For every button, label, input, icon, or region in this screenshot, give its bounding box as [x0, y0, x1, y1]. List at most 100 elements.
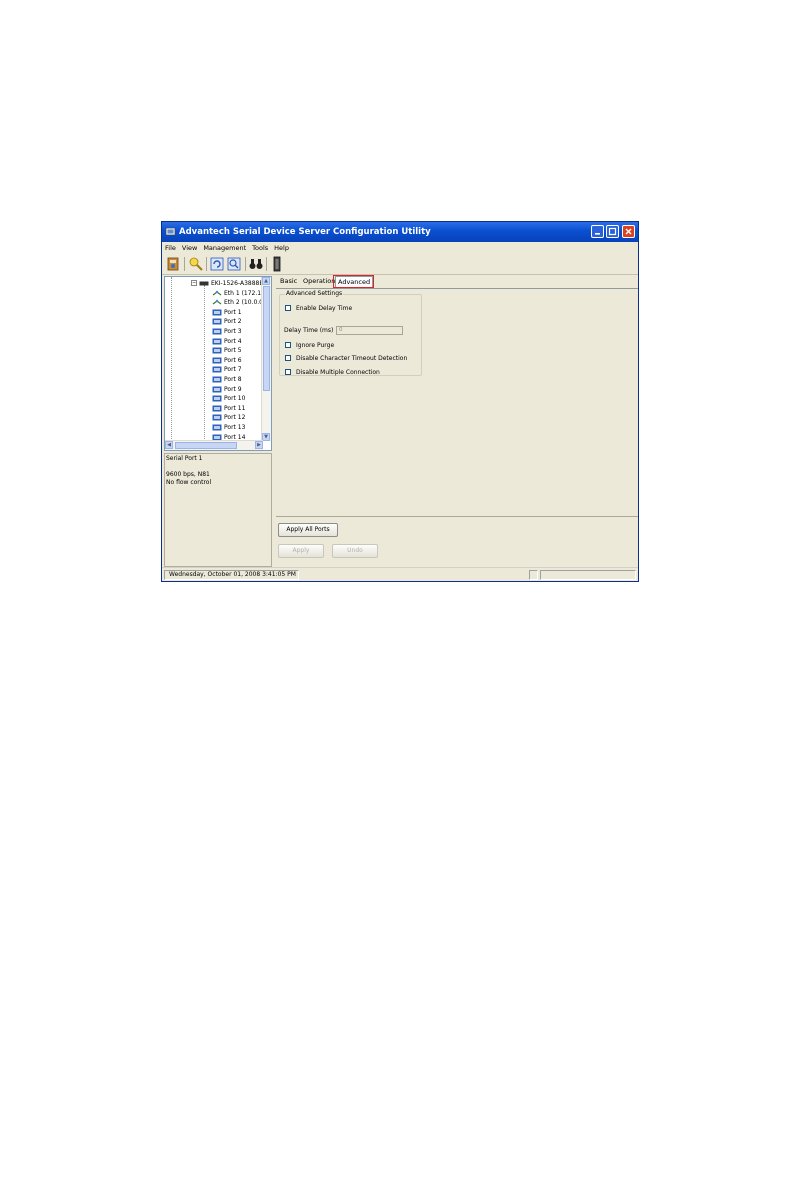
status-datetime: Wednesday, October 01, 2008 3:41:05 PM — [164, 570, 299, 580]
delay-time-label: Delay Time (ms) — [284, 327, 334, 334]
apply-all-ports-button[interactable]: Apply All Ports — [278, 523, 338, 537]
tree-item-label: Port 9 — [224, 385, 242, 393]
app-window: Advantech Serial Device Server Configura… — [161, 221, 639, 582]
port-icon — [212, 309, 222, 316]
scroll-up-icon[interactable]: ▲ — [262, 277, 270, 285]
advanced-settings-group: Advanced Settings Enable Delay Time Dela… — [279, 290, 422, 376]
port-icon — [212, 328, 222, 335]
device-icon — [199, 281, 209, 286]
tree-vertical-scrollbar[interactable]: ▲ ▼ — [261, 277, 271, 441]
status-bar: Wednesday, October 01, 2008 3:41:05 PM — [162, 567, 638, 581]
info-flow: No flow control — [166, 479, 212, 486]
maximize-button[interactable] — [606, 225, 619, 238]
scroll-left-icon[interactable]: ◀ — [165, 441, 173, 449]
tree-item-port[interactable]: Port 2 — [165, 317, 265, 326]
toolbar-separator — [206, 257, 207, 271]
refresh-icon[interactable] — [209, 256, 225, 272]
toolbar-separator — [245, 257, 246, 271]
tree-item-label: Port 12 — [224, 414, 246, 422]
tree-item-port[interactable]: Port 6 — [165, 356, 265, 365]
close-icon — [625, 228, 632, 235]
tree-item-label: Port 10 — [224, 395, 246, 403]
close-button[interactable] — [622, 225, 635, 238]
search-key-icon[interactable] — [188, 256, 204, 272]
tree-item-port[interactable]: Port 4 — [165, 337, 265, 346]
port-icon — [212, 376, 222, 383]
group-title: Advanced Settings — [285, 290, 344, 298]
window-title: Advantech Serial Device Server Configura… — [179, 227, 431, 237]
tree-item-label: Port 13 — [224, 424, 246, 431]
status-indicator — [529, 570, 538, 580]
tree-item-label: Port 6 — [224, 356, 242, 364]
menu-file[interactable]: File — [162, 242, 179, 254]
info-baud: 9600 bps, N81 — [166, 471, 210, 478]
ignore-purge-checkbox[interactable] — [285, 342, 291, 348]
tree-item-port[interactable]: Port 9 — [165, 385, 265, 394]
tree-item-port[interactable]: Port 13 — [165, 423, 265, 432]
tree-item-label: Port 8 — [224, 376, 242, 383]
port-icon — [212, 405, 222, 412]
tree-item-label: Port 3 — [224, 328, 242, 335]
tree-item-label: Port 5 — [224, 347, 242, 355]
tree-item-port[interactable]: Port 8 — [165, 375, 265, 384]
minimize-icon — [595, 233, 600, 235]
tree-item-port[interactable]: Port 5 — [165, 346, 265, 355]
title-bar[interactable]: Advantech Serial Device Server Configura… — [162, 222, 638, 242]
exit-icon[interactable] — [165, 256, 181, 272]
port-icon — [212, 395, 222, 402]
enable-delay-checkbox[interactable] — [285, 305, 291, 311]
ethernet-icon — [212, 299, 222, 305]
tree-item-label: Eth 1 (172.18 — [224, 289, 265, 297]
scroll-thumb[interactable] — [175, 442, 237, 449]
collapse-icon[interactable]: − — [191, 280, 197, 286]
port-icon — [212, 366, 222, 373]
tree-item-port[interactable]: Port 12 — [165, 413, 265, 422]
scroll-thumb[interactable] — [263, 286, 270, 391]
menu-tools[interactable]: Tools — [249, 242, 271, 254]
tree-item-label: EKI-1526-A3888E — [211, 280, 264, 287]
scroll-down-icon[interactable]: ▼ — [262, 433, 270, 441]
menu-bar: File View Management Tools Help — [162, 242, 638, 254]
binoculars-icon[interactable] — [248, 256, 264, 272]
disable-timeout-label: Disable Character Timeout Detection — [296, 355, 408, 362]
apply-button[interactable]: Apply — [278, 544, 324, 558]
door-icon[interactable] — [269, 256, 285, 272]
tree-item-port[interactable]: Port 3 — [165, 327, 265, 336]
menu-help[interactable]: Help — [271, 242, 292, 254]
tree-item-port[interactable]: Port 10 — [165, 394, 265, 403]
port-icon — [212, 424, 222, 431]
delay-time-input[interactable]: 0 — [336, 326, 403, 335]
maximize-icon — [608, 227, 617, 236]
tree-item-port[interactable]: Port 1 — [165, 308, 265, 317]
menu-management[interactable]: Management — [200, 242, 249, 254]
port-icon — [212, 386, 222, 393]
disable-multi-checkbox[interactable] — [285, 369, 291, 375]
tree-item-label: Port 4 — [224, 337, 242, 345]
tree-item-label: Port 2 — [224, 318, 242, 326]
tree-item-device[interactable]: − EKI-1526-A3888E — [165, 279, 265, 288]
port-icon — [212, 318, 222, 325]
menu-view[interactable]: View — [179, 242, 200, 254]
device-tree[interactable]: − EKI-1526-A3888E Eth 1 (172.18 Eth 2 (10.0… — [164, 276, 272, 451]
tree-horizontal-scrollbar[interactable]: ◀ ▶ — [165, 440, 263, 450]
disable-multi-label: Disable Multiple Connection — [296, 369, 380, 376]
minimize-button[interactable] — [591, 225, 604, 238]
status-progress — [540, 570, 636, 580]
button-area: Apply All Ports Apply Undo — [276, 516, 638, 567]
undo-button[interactable]: Undo — [332, 544, 378, 558]
tab-operation[interactable]: Operation — [301, 276, 337, 287]
port-icon — [212, 357, 222, 364]
advanced-panel: Advanced Settings Enable Delay Time Dela… — [276, 288, 638, 517]
tree-item-ethernet[interactable]: Eth 2 (10.0.0. — [165, 298, 265, 307]
magnifier-icon[interactable] — [226, 256, 242, 272]
tree-item-ethernet[interactable]: Eth 1 (172.18 — [165, 289, 265, 298]
tree-item-port[interactable]: Port 7 — [165, 365, 265, 374]
tab-basic[interactable]: Basic — [278, 276, 299, 287]
tab-highlight-box — [333, 275, 374, 288]
app-icon — [165, 227, 176, 236]
disable-timeout-checkbox[interactable] — [285, 355, 291, 361]
tree-item-label: Port 1 — [224, 308, 242, 316]
port-icon — [212, 347, 222, 354]
tree-item-port[interactable]: Port 11 — [165, 404, 265, 413]
scroll-right-icon[interactable]: ▶ — [255, 441, 263, 449]
